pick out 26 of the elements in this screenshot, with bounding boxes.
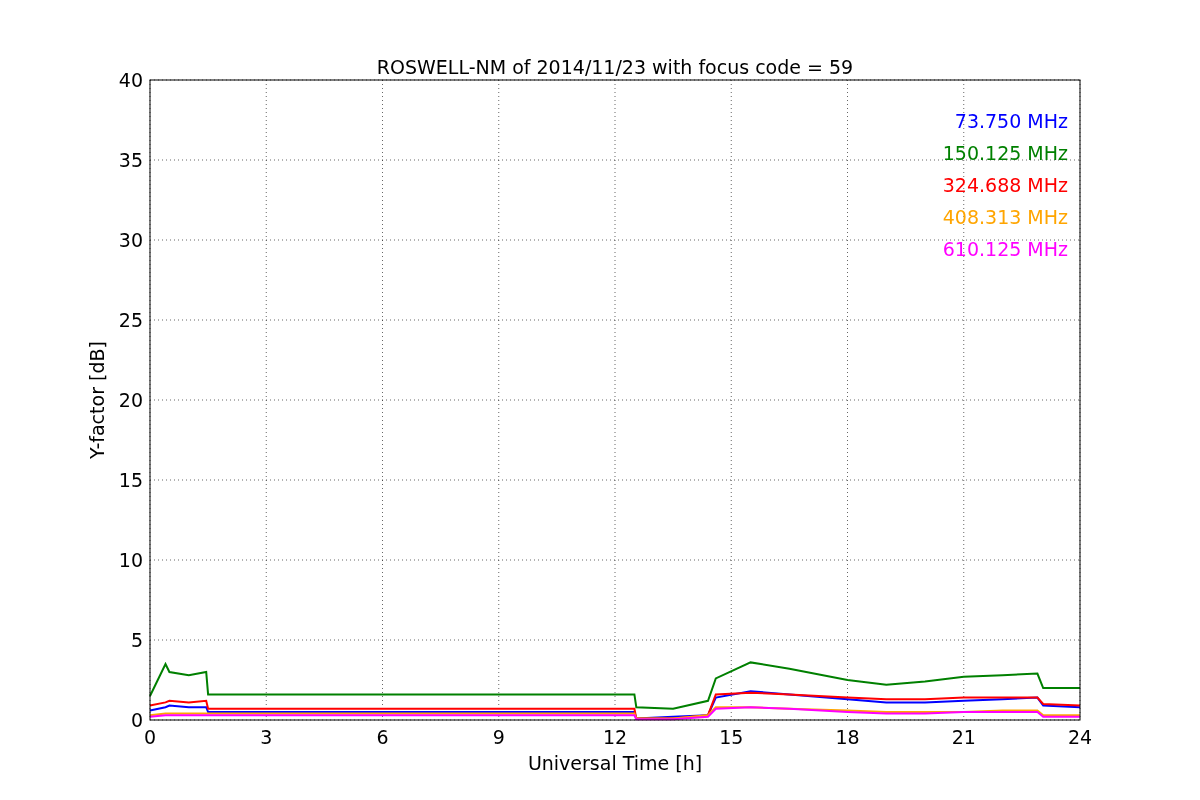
x-tick-label: 6 xyxy=(376,726,389,748)
x-axis-label: Universal Time [h] xyxy=(527,752,703,774)
y-tick-label: 35 xyxy=(118,149,143,171)
legend-label: 408.313 MHz xyxy=(942,206,1068,228)
legend-label: 73.750 MHz xyxy=(954,110,1068,132)
legend-label: 150.125 MHz xyxy=(942,142,1068,164)
x-tick-label: 3 xyxy=(260,726,273,748)
x-tick-label: 24 xyxy=(1067,726,1093,748)
x-tick-label: 15 xyxy=(719,726,744,748)
chart-title: ROSWELL-NM of 2014/11/23 with focus code = 59 xyxy=(376,56,854,78)
x-tick-label: 9 xyxy=(492,726,505,748)
y-tick-label: 0 xyxy=(130,709,143,731)
y-tick-label: 40 xyxy=(118,69,143,91)
y-tick-label: 25 xyxy=(118,309,143,331)
y-axis-label: Y-factor [dB] xyxy=(86,341,108,459)
y-tick-label: 30 xyxy=(118,229,143,251)
y-tick-label: 5 xyxy=(130,629,143,651)
legend-label: 610.125 MHz xyxy=(942,238,1068,260)
x-tick-label: 21 xyxy=(951,726,976,748)
x-tick-label: 18 xyxy=(835,726,860,748)
y-tick-label: 15 xyxy=(118,469,143,491)
x-tick-label: 12 xyxy=(602,726,628,748)
x-tick-label: 0 xyxy=(143,726,157,748)
y-tick-label: 10 xyxy=(118,549,143,571)
y-tick-label: 20 xyxy=(118,389,143,411)
legend-label: 324.688 MHz xyxy=(942,174,1068,196)
